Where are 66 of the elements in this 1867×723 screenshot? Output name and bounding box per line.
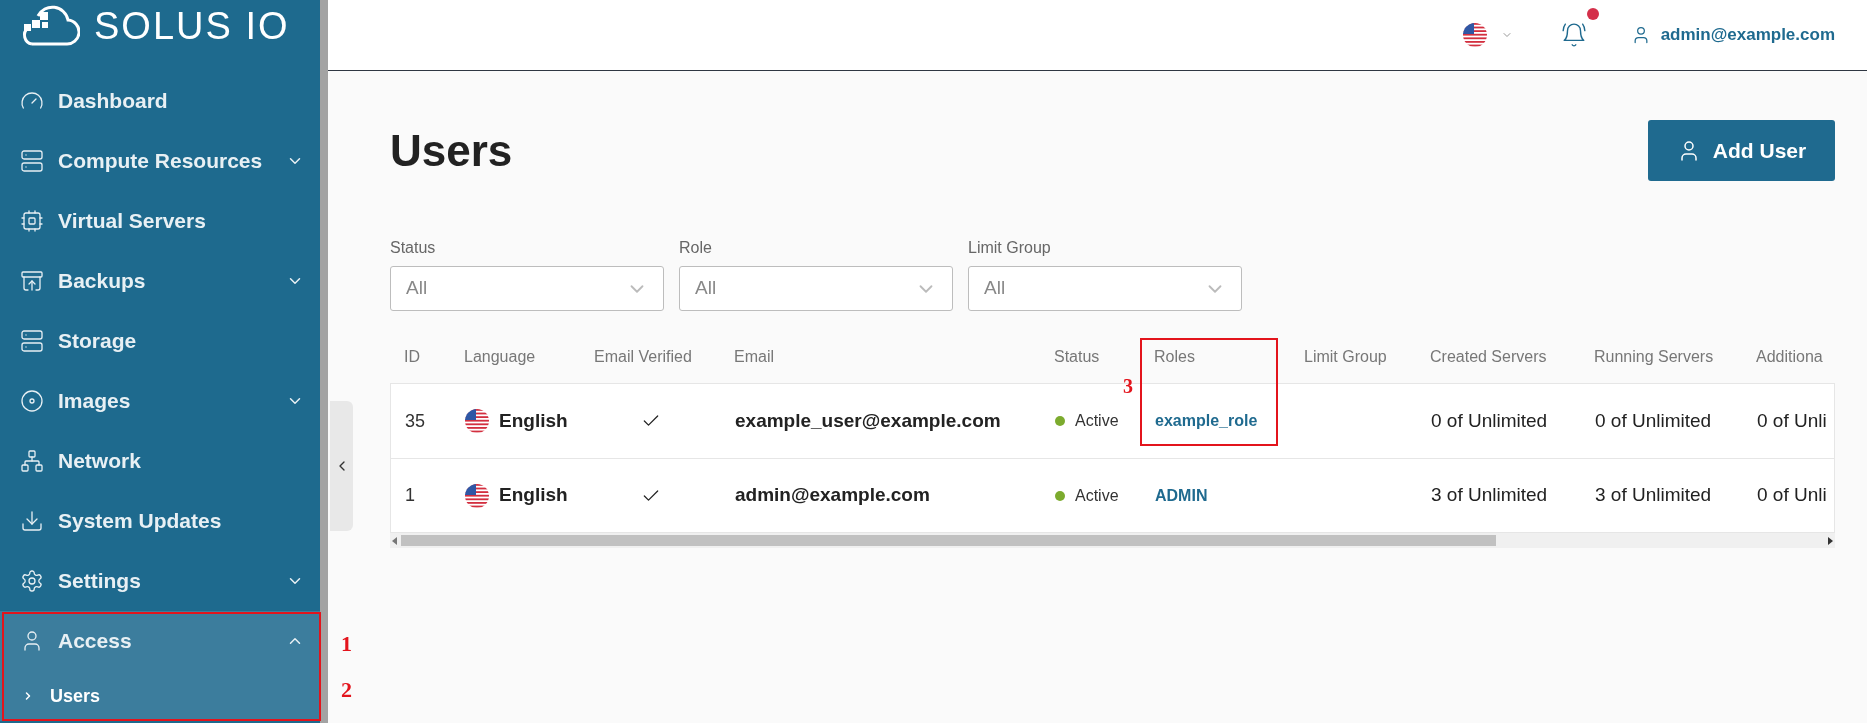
column-header: Status: [1054, 348, 1100, 365]
filter-label: Status: [390, 238, 437, 258]
annotation-number: 1: [341, 630, 352, 658]
backup-icon: [20, 269, 44, 293]
email-text: example_user@example.com: [735, 408, 1001, 433]
sidebar-item[interactable]: Compute Resources: [0, 131, 320, 191]
table-cell-text: 0 of Unli: [1757, 483, 1827, 508]
id-text: 35: [405, 409, 426, 433]
created-servers-text: 0 of Unlimited: [1431, 408, 1548, 433]
download-icon: [20, 509, 44, 533]
sidebar-item[interactable]: Network: [0, 431, 320, 491]
filter-dropdown[interactable]: All: [679, 266, 953, 311]
id-text: 1: [405, 484, 415, 507]
add-user-button[interactable]: Add User: [1648, 120, 1835, 181]
language-dropdown[interactable]: [1462, 23, 1513, 47]
sidebar-item[interactable]: Virtual Servers: [0, 191, 320, 251]
us-flag-icon: [465, 483, 489, 508]
column-header: Email Verified: [594, 348, 692, 365]
status-text: Active: [1075, 411, 1119, 431]
page-title: Users: [390, 124, 513, 177]
scroll-right-arrow-icon[interactable]: [1828, 536, 1833, 545]
user-menu[interactable]: admin@example.com: [1630, 22, 1835, 48]
column-header: Email: [734, 348, 774, 365]
email-text: admin@example.com: [735, 483, 930, 508]
chip-icon: [20, 209, 44, 233]
column-header: Roles: [1154, 348, 1195, 365]
column-header: Created Servers: [1430, 348, 1547, 365]
sidebar-item[interactable]: System Updates: [0, 491, 320, 551]
sidebar-item[interactable]: Images: [0, 371, 320, 431]
column-header: Limit Group: [1304, 348, 1387, 365]
cloud-logo-icon: [20, 4, 80, 46]
created-servers-text: 3 of Unlimited: [1431, 483, 1548, 508]
column-header: ID: [404, 348, 420, 365]
status-text: Active: [1075, 485, 1119, 506]
us-flag-icon: [465, 409, 489, 433]
table-cell-text: 0 of Unli: [1757, 408, 1827, 433]
disc-icon: [20, 389, 44, 413]
sidebar-item[interactable]: Backups: [0, 251, 320, 311]
us-flag-icon: [1462, 23, 1487, 47]
language-text: English: [499, 483, 568, 508]
role-link[interactable]: ADMIN: [1155, 483, 1208, 508]
network-icon: [20, 449, 44, 473]
filter-dropdown[interactable]: All: [968, 266, 1242, 311]
filter-label: Limit Group: [968, 238, 1052, 258]
column-header: Language: [464, 348, 536, 365]
gear-icon: [20, 569, 44, 593]
server-icon: [20, 149, 44, 173]
column-header: Running Servers: [1594, 348, 1714, 365]
server-icon: [20, 329, 44, 353]
filter-label: Role: [679, 238, 713, 258]
sidebar-item[interactable]: Settings: [0, 551, 320, 611]
role-link[interactable]: example_role: [1155, 409, 1258, 433]
column-header: Additiona: [1756, 348, 1823, 365]
annotation-number: 2: [341, 676, 352, 704]
annotation-number: 3: [1123, 374, 1133, 399]
running-servers-text: 0 of Unlimited: [1595, 408, 1712, 433]
language-text: English: [499, 408, 568, 433]
sidebar-item[interactable]: Access: [0, 611, 320, 671]
logo-text: SOLUS IO: [94, 4, 290, 48]
scroll-left-arrow-icon[interactable]: [392, 536, 397, 545]
bell-icon: [1560, 22, 1587, 48]
filter-dropdown[interactable]: All: [390, 266, 664, 311]
sidebar-item[interactable]: Storage: [0, 311, 320, 371]
submenu-item[interactable]: Users: [0, 671, 320, 721]
sidebar-item[interactable]: Dashboard: [0, 71, 320, 131]
running-servers-text: 3 of Unlimited: [1595, 483, 1712, 508]
